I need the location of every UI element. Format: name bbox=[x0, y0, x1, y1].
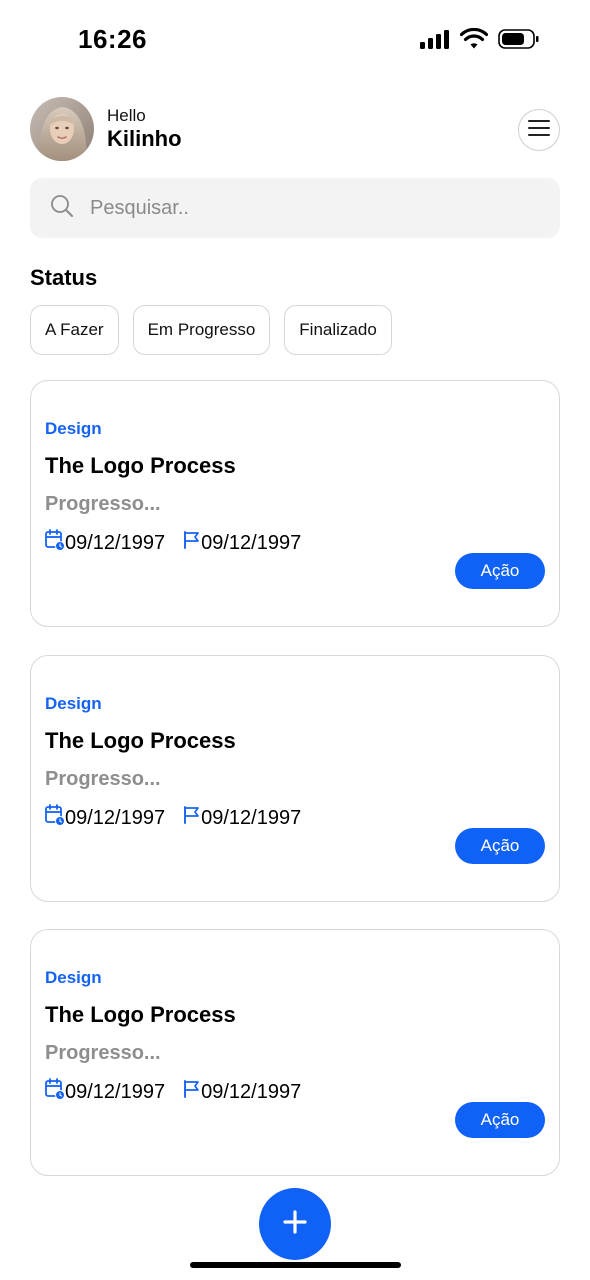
due-date-value: 09/12/1997 bbox=[201, 1080, 302, 1103]
due-date: 09/12/1997 bbox=[183, 530, 301, 556]
flag-icon bbox=[183, 805, 201, 831]
task-category: Design bbox=[45, 694, 102, 713]
start-date: 09/12/1997 bbox=[45, 1078, 165, 1106]
status-filter-chips: A Fazer Em Progresso Finalizado bbox=[30, 305, 392, 355]
task-card[interactable]: Design The Logo Process Progresso... 09/… bbox=[30, 929, 560, 1176]
task-dates: 09/12/1997 09/12/1997 bbox=[45, 1078, 301, 1106]
start-date-value: 09/12/1997 bbox=[65, 806, 166, 829]
start-date-value: 09/12/1997 bbox=[65, 531, 166, 554]
due-date-value: 09/12/1997 bbox=[201, 806, 302, 829]
action-button[interactable]: Ação bbox=[455, 1102, 545, 1138]
username: Kilinho bbox=[107, 126, 182, 151]
chip-finalizado[interactable]: Finalizado bbox=[284, 305, 392, 355]
status-icons bbox=[420, 27, 540, 55]
task-list-screen: 16:26 Hello Kilinho Pesquisar.. Status A… bbox=[0, 0, 590, 1280]
due-date-value: 09/12/1997 bbox=[201, 531, 302, 554]
task-progress: Progresso... bbox=[45, 1042, 161, 1064]
flag-icon bbox=[183, 1079, 201, 1105]
chip-em-progresso[interactable]: Em Progresso bbox=[132, 305, 271, 355]
avatar[interactable] bbox=[30, 97, 94, 161]
start-date-value: 09/12/1997 bbox=[65, 1080, 166, 1103]
task-dates: 09/12/1997 09/12/1997 bbox=[45, 804, 301, 832]
action-button[interactable]: Ação bbox=[455, 553, 545, 589]
status-bar: 16:26 bbox=[0, 0, 590, 80]
start-date: 09/12/1997 bbox=[45, 804, 165, 832]
search-input[interactable] bbox=[90, 196, 490, 220]
status-section-title: Status bbox=[30, 265, 98, 290]
status-time: 16:26 bbox=[78, 24, 147, 54]
task-category: Design bbox=[45, 968, 102, 987]
due-date: 09/12/1997 bbox=[183, 1079, 301, 1105]
battery-icon bbox=[498, 28, 540, 55]
chip-a-fazer[interactable]: A Fazer bbox=[30, 305, 119, 355]
task-title: The Logo Process bbox=[45, 728, 236, 753]
task-title: The Logo Process bbox=[45, 453, 236, 478]
task-progress: Progresso... bbox=[45, 768, 161, 790]
due-date: 09/12/1997 bbox=[183, 805, 301, 831]
calendar-icon bbox=[45, 529, 65, 557]
plus-icon bbox=[282, 1209, 308, 1240]
calendar-icon bbox=[45, 804, 65, 832]
task-progress: Progresso... bbox=[45, 493, 161, 515]
profile-header: Hello Kilinho bbox=[30, 97, 560, 161]
flag-icon bbox=[183, 530, 201, 556]
search-bar[interactable] bbox=[30, 178, 560, 238]
search-icon bbox=[50, 194, 74, 223]
task-card[interactable]: Design The Logo Process Progresso... 09/… bbox=[30, 380, 560, 627]
menu-icon bbox=[528, 119, 550, 141]
greeting-text: Hello bbox=[107, 106, 146, 125]
signal-icon bbox=[420, 29, 450, 54]
start-date: 09/12/1997 bbox=[45, 529, 165, 557]
task-dates: 09/12/1997 09/12/1997 bbox=[45, 529, 301, 557]
calendar-icon bbox=[45, 1078, 65, 1106]
task-card[interactable]: Design The Logo Process Progresso... 09/… bbox=[30, 655, 560, 902]
add-task-button[interactable] bbox=[259, 1188, 331, 1260]
menu-button[interactable] bbox=[518, 109, 560, 151]
wifi-icon bbox=[459, 27, 489, 55]
task-category: Design bbox=[45, 419, 102, 438]
home-indicator[interactable] bbox=[190, 1262, 401, 1268]
task-title: The Logo Process bbox=[45, 1002, 236, 1027]
action-button[interactable]: Ação bbox=[455, 828, 545, 864]
